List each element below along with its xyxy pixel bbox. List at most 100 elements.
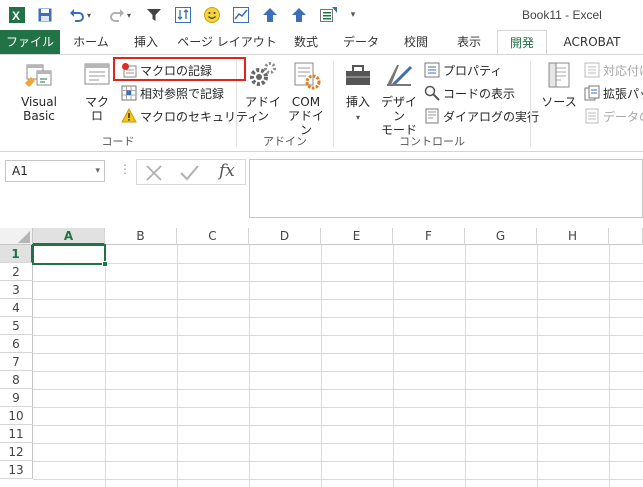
toolbox-icon <box>346 65 370 85</box>
gridline <box>609 245 610 487</box>
column-header[interactable]: E <box>321 228 393 245</box>
view-code-button[interactable]: コードの表示 <box>424 83 515 103</box>
column-header[interactable]: A <box>33 228 105 245</box>
column-header[interactable]: C <box>177 228 249 245</box>
com-addins-button[interactable]: COM アドイン <box>286 59 326 137</box>
row-header[interactable]: 7 <box>0 353 33 371</box>
upload-icon[interactable] <box>261 5 279 25</box>
row-header[interactable]: 3 <box>0 281 33 299</box>
column-header[interactable]: D <box>249 228 321 245</box>
row-header[interactable]: 1 <box>0 245 33 263</box>
column-header[interactable]: H <box>537 228 609 245</box>
column-header[interactable] <box>609 228 643 245</box>
gridline <box>105 245 106 487</box>
view-code-label: コードの表示 <box>443 86 516 101</box>
record-macro-highlight <box>113 57 246 81</box>
tab-page-layout[interactable]: ページ レイアウト <box>176 30 278 54</box>
com-addins-icon <box>294 62 321 90</box>
tab-file[interactable]: ファイル <box>0 30 60 54</box>
row-header[interactable]: 10 <box>0 407 33 425</box>
window-title: Book11 - Excel <box>522 8 602 22</box>
enter-check-icon[interactable] <box>180 165 199 181</box>
insert-function-icon[interactable]: fx <box>219 161 235 181</box>
svg-text:X: X <box>12 9 20 23</box>
group-label-controls: コントロール <box>399 135 465 148</box>
addins-button[interactable]: アドイン <box>243 59 283 123</box>
name-box-value: A1 <box>12 164 28 178</box>
column-header[interactable]: G <box>465 228 537 245</box>
ribbon-tabs: ファイル ホーム 挿入 ページ レイアウト 数式 データ 校閲 表示 開発 AC… <box>0 30 643 55</box>
row-header[interactable]: 12 <box>0 443 33 461</box>
macro-security-button[interactable]: マクロのセキュリティ <box>121 106 259 126</box>
gridline <box>249 245 250 487</box>
macro-button[interactable]: マクロ <box>80 59 114 123</box>
chart-icon[interactable] <box>232 5 250 25</box>
addins-label: アドイン <box>244 95 281 123</box>
gridline <box>33 353 643 354</box>
name-box[interactable]: A1 ▾ <box>5 160 105 182</box>
visual-basic-label: Visual Basic <box>21 95 57 123</box>
expansion-packs-icon <box>584 85 600 101</box>
fill-handle[interactable] <box>102 261 108 267</box>
map-properties-button[interactable]: 対応付け <box>584 60 643 80</box>
gridline <box>177 245 178 487</box>
gridline <box>33 389 643 390</box>
active-cell[interactable] <box>32 244 106 265</box>
column-header[interactable]: B <box>105 228 177 245</box>
tab-home[interactable]: ホーム <box>68 30 114 54</box>
group-separator <box>530 61 531 147</box>
gridline <box>33 371 643 372</box>
sort-icon[interactable] <box>174 5 192 25</box>
formula-buttons: fx <box>136 159 246 185</box>
customize-qat-button[interactable]: ▾ <box>346 5 360 25</box>
design-mode-icon <box>387 65 413 87</box>
insert-control-label: 挿入 <box>345 95 370 109</box>
redo-button[interactable]: ▾ <box>104 5 136 25</box>
filter-icon[interactable] <box>145 5 163 25</box>
tab-review[interactable]: 校閲 <box>394 30 438 54</box>
relative-reference-button[interactable]: 相対参照で記録 <box>121 83 224 103</box>
formula-bar-grip[interactable]: ⋮ <box>119 162 131 176</box>
tab-developer[interactable]: 開発 <box>497 30 547 55</box>
tab-acrobat[interactable]: ACROBAT <box>556 30 628 54</box>
row-header[interactable]: 6 <box>0 335 33 353</box>
undo-icon <box>69 9 84 22</box>
row-header[interactable]: 4 <box>0 299 33 317</box>
column-header[interactable]: F <box>393 228 465 245</box>
properties-button[interactable]: プロパティ <box>424 60 502 80</box>
xml-source-icon <box>548 62 570 88</box>
insert-control-button[interactable]: 挿入 ▾ <box>338 59 378 125</box>
row-header[interactable]: 13 <box>0 461 33 479</box>
upload-icon[interactable] <box>290 5 308 25</box>
visual-basic-icon <box>25 64 52 87</box>
select-all-corner[interactable] <box>0 228 33 245</box>
row-header[interactable]: 2 <box>0 263 33 281</box>
save-icon[interactable] <box>36 5 54 25</box>
tab-insert[interactable]: 挿入 <box>124 30 168 54</box>
gridline <box>393 245 394 487</box>
warning-icon <box>121 108 137 123</box>
row-header[interactable]: 8 <box>0 371 33 389</box>
refresh-data-button[interactable]: データの更 <box>584 106 643 126</box>
smiley-icon[interactable] <box>203 5 221 25</box>
tab-data[interactable]: データ <box>334 30 388 54</box>
chevron-down-icon[interactable]: ▾ <box>95 161 100 181</box>
undo-button[interactable]: ▾ <box>64 5 96 25</box>
tab-formulas[interactable]: 数式 <box>284 30 328 54</box>
design-mode-button[interactable]: デザイン モード <box>378 59 420 137</box>
cancel-icon[interactable] <box>146 165 162 181</box>
worksheet-grid[interactable]: A B C D E F G H 1 2 3 4 5 6 7 8 9 10 11 … <box>0 228 643 487</box>
relative-reference-icon <box>121 85 137 101</box>
row-header[interactable]: 11 <box>0 425 33 443</box>
row-header[interactable]: 5 <box>0 317 33 335</box>
expansion-packs-label: 拡張パッ <box>603 86 643 101</box>
row-header[interactable]: 9 <box>0 389 33 407</box>
xml-source-button[interactable]: ソース <box>538 59 580 109</box>
formula-input[interactable] <box>249 159 643 218</box>
chevron-down-icon: ▾ <box>350 10 356 20</box>
expansion-packs-button[interactable]: 拡張パッ <box>584 83 643 103</box>
visual-basic-button[interactable]: Visual Basic <box>4 59 74 123</box>
form-icon[interactable] <box>318 5 340 25</box>
tab-view[interactable]: 表示 <box>446 30 492 54</box>
run-dialog-button[interactable]: ダイアログの実行 <box>424 106 539 126</box>
